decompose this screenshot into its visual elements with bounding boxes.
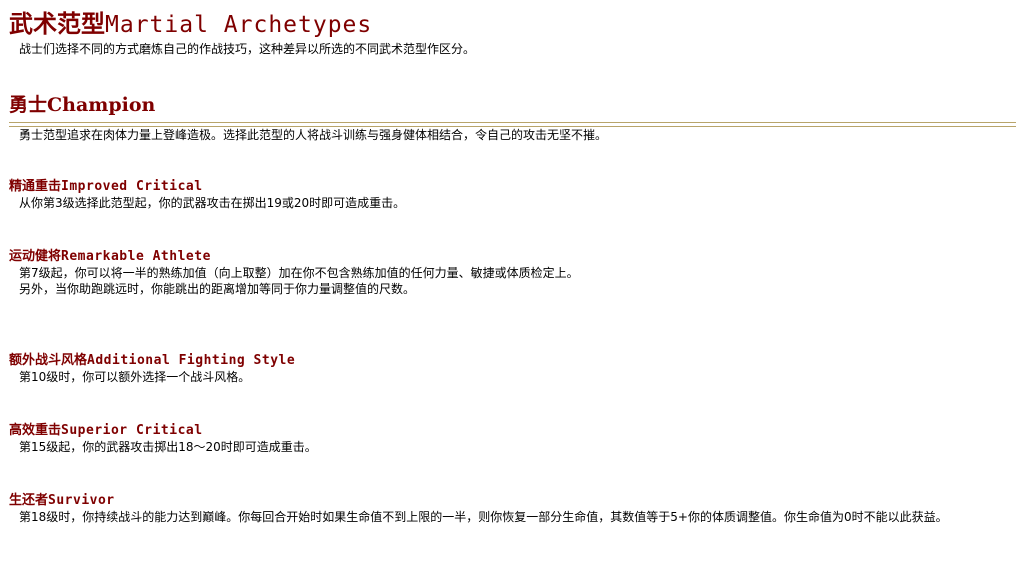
page-title: 武术范型Martial Archetypes [9,8,372,41]
feature-name: 额外战斗风格Additional Fighting Style [9,352,1014,369]
feature-name-en: Additional Fighting Style [87,353,296,368]
feature-additional-fighting-style: 额外战斗风格Additional Fighting Style 第10级时，你可… [9,352,1014,385]
feature-name-cn: 精通重击 [9,179,62,194]
feature-name: 运动健将Remarkable Athlete [9,248,1014,265]
page-title-cn: 武术范型 [9,9,105,38]
feature-name-en: Remarkable Athlete [61,249,211,264]
feature-superior-critical: 高效重击Superior Critical 第15级起，你的武器攻击掷出18～2… [9,422,1014,455]
feature-name-cn: 运动健将 [9,249,62,264]
feature-name-en: Survivor [48,493,115,508]
feature-name-cn: 额外战斗风格 [9,353,88,368]
page-title-en: Martial Archetypes [105,12,373,38]
feature-remarkable-athlete: 运动健将Remarkable Athlete 第7级起，你可以将一半的熟练加值（… [9,248,1014,297]
feature-name-cn: 高效重击 [9,423,62,438]
feature-name-en: Superior Critical [61,423,203,438]
feature-text: 从你第3级选择此范型起，你的武器攻击在掷出19或20时即可造成重击。 [19,196,406,210]
feature-text: 另外，当你助跑跳远时，你能跳出的距离增加等同于你力量调整值的尺数。 [19,282,416,296]
feature-text: 第15级起，你的武器攻击掷出18～20时即可造成重击。 [19,440,317,454]
feature-text: 第7级起，你可以将一半的熟练加值（向上取整）加在你不包含熟练加值的任何力量、敏捷… [19,266,579,280]
feature-name: 高效重击Superior Critical [9,422,1014,439]
subclass-description: 勇士范型追求在肉体力量上登峰造极。选择此范型的人将战斗训练与强身健体相结合，令自… [19,128,608,142]
feature-name: 生还者Survivor [9,492,1014,509]
feature-name-en: Improved Critical [61,179,203,194]
feature-survivor: 生还者Survivor 第18级时，你持续战斗的能力达到巅峰。你每回合开始时如果… [9,492,1014,525]
feature-name: 精通重击Improved Critical [9,178,1014,195]
subclass-title: 勇士Champion [9,92,155,118]
feature-text: 第10级时，你可以额外选择一个战斗风格。 [19,370,251,384]
subclass-title-en: Champion [47,94,156,116]
feature-text: 第18级时，你持续战斗的能力达到巅峰。你每回合开始时如果生命值不到上限的一半，则… [19,510,948,524]
feature-improved-critical: 精通重击Improved Critical 从你第3级选择此范型起，你的武器攻击… [9,178,1014,211]
feature-name-cn: 生还者 [9,493,49,508]
intro-text: 战士们选择不同的方式磨炼自己的作战技巧，这种差异以所选的不同武术范型作区分。 [19,42,476,56]
subclass-title-cn: 勇士 [9,94,48,116]
